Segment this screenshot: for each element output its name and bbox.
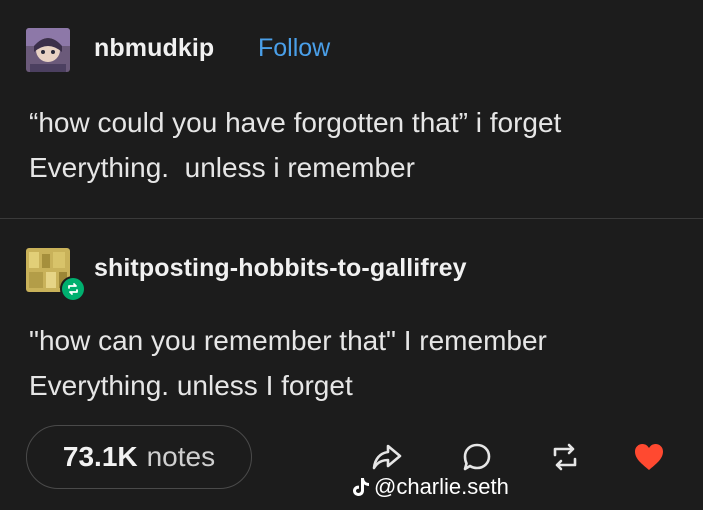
notes-count: 73.1K (62, 441, 138, 472)
reply-icon[interactable] (460, 440, 494, 474)
follow-button[interactable]: Follow (258, 34, 330, 63)
reblog-badge-icon (60, 276, 86, 302)
watermark: @charlie.seth (352, 474, 509, 500)
post-text: “how could you have forgotten that” i fo… (29, 107, 562, 183)
username[interactable]: shitposting-hobbits-to-gallifrey (94, 254, 467, 283)
heart-icon[interactable] (632, 440, 666, 474)
watermark-handle: @charlie.seth (374, 474, 509, 499)
share-icon[interactable] (370, 440, 404, 474)
reblog-icon[interactable] (548, 440, 582, 474)
post-text: "how can you remember that" I remember E… (29, 325, 547, 401)
notes-label: notes (146, 441, 216, 472)
tiktok-icon (352, 477, 370, 497)
original-post: nbmudkip Follow “how could you have forg… (0, 0, 703, 218)
notes-button[interactable]: 73.1K notes (26, 425, 252, 489)
username[interactable]: nbmudkip (94, 34, 214, 63)
avatar[interactable] (26, 28, 70, 72)
